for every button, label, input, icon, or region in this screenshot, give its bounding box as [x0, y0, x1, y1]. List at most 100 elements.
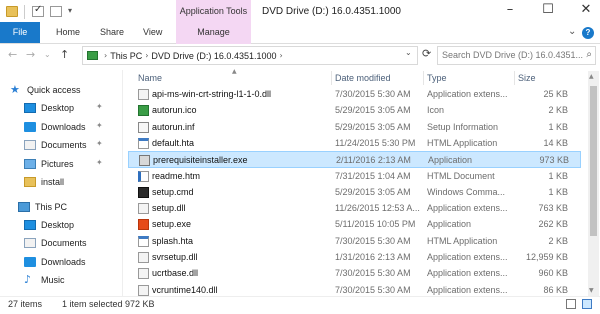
- breadcrumb-this-pc[interactable]: This PC: [110, 51, 142, 61]
- customize-toolbar-chevron-icon[interactable]: ▾: [68, 6, 72, 15]
- file-name[interactable]: vcruntime140.dll: [152, 285, 332, 295]
- pin-icon[interactable]: ✦: [96, 158, 103, 167]
- file-name[interactable]: prerequisiteinstaller.exe: [153, 155, 333, 165]
- breadcrumb-separator-icon[interactable]: ›: [145, 51, 148, 60]
- breadcrumb-dvd-drive[interactable]: DVD Drive (D:) 16.0.4351.1000: [151, 51, 276, 61]
- properties-icon[interactable]: [32, 4, 44, 17]
- pin-icon[interactable]: ✦: [96, 102, 103, 111]
- file-name[interactable]: setup.dll: [152, 203, 332, 213]
- breadcrumb-separator-icon[interactable]: ›: [104, 51, 107, 60]
- file-row[interactable]: readme.htm 7/31/2015 1:04 AM HTML Document…: [128, 168, 581, 185]
- file-date-modified: 2/11/2016 2:13 AM: [336, 155, 411, 166]
- nav-item-label: Documents: [41, 139, 87, 150]
- scrollbar-thumb[interactable]: [590, 86, 597, 236]
- file-date-modified: 7/30/2015 5:30 AM: [335, 268, 411, 279]
- search-input[interactable]: Search DVD Drive (D:) 16.0.4351... ⌕: [437, 46, 596, 65]
- desktop-icon: [24, 102, 36, 113]
- new-folder-icon[interactable]: [50, 5, 62, 17]
- tab-view[interactable]: View: [143, 27, 162, 37]
- file-row[interactable]: default.hta 11/24/2015 5:30 PM HTML Applic…: [128, 135, 581, 152]
- tab-home[interactable]: Home: [56, 27, 80, 37]
- nav-item-downloads[interactable]: Downloads ✦: [0, 118, 122, 135]
- file-type: Application extens...: [427, 203, 508, 214]
- file-row[interactable]: prerequisiteinstaller.exe 2/11/2016 2:13 …: [128, 151, 581, 169]
- navigation-pane: ★ Quick access Desktop ✦ Downloads ✦ Doc…: [0, 70, 122, 296]
- pane-splitter[interactable]: [122, 70, 123, 296]
- tab-manage[interactable]: Manage: [176, 22, 251, 44]
- nav-item-music[interactable]: ♪ Music: [0, 271, 122, 288]
- file-size: 25 KB: [543, 89, 568, 99]
- nav-item-label: Music: [41, 274, 65, 285]
- file-name[interactable]: autorun.ico: [152, 105, 332, 115]
- nav-item-install[interactable]: install: [0, 173, 122, 190]
- file-type: HTML Application: [427, 137, 498, 148]
- address-history-chevron-icon[interactable]: ⌄: [405, 48, 412, 57]
- nav-item-desktop[interactable]: Desktop ✦: [0, 99, 122, 116]
- file-htm-icon: [138, 170, 149, 182]
- tab-share[interactable]: Share: [100, 27, 124, 37]
- file-row[interactable]: splash.hta 7/30/2015 5:30 AM HTML Applicat…: [128, 233, 581, 250]
- file-name[interactable]: splash.hta: [152, 236, 332, 246]
- column-header-name[interactable]: Name: [138, 73, 162, 83]
- breadcrumb-separator-icon[interactable]: ›: [279, 51, 282, 60]
- details-view-icon[interactable]: [566, 299, 576, 309]
- back-arrow-icon[interactable]: ←: [8, 48, 17, 61]
- column-divider[interactable]: [423, 71, 424, 85]
- file-tab[interactable]: File: [0, 22, 40, 43]
- file-ico-icon: [138, 105, 149, 117]
- column-header-size[interactable]: Size: [518, 73, 536, 83]
- file-type: HTML Document: [427, 170, 495, 181]
- file-type: Application extens...: [427, 89, 508, 99]
- file-name[interactable]: setup.exe: [152, 219, 332, 229]
- help-icon[interactable]: ?: [582, 27, 594, 39]
- column-divider[interactable]: [331, 71, 332, 85]
- close-button[interactable]: ✕: [576, 3, 596, 19]
- file-name[interactable]: api-ms-win-crt-string-l1-1-0.dll: [152, 89, 332, 99]
- nav-item-this-pc[interactable]: This PC: [0, 198, 122, 215]
- up-arrow-icon[interactable]: ↑: [60, 48, 69, 61]
- nav-item-quick-access[interactable]: ★ Quick access: [0, 81, 122, 98]
- file-row[interactable]: api-ms-win-crt-string-l1-1-0.dll 7/30/201…: [128, 86, 581, 103]
- address-bar[interactable]: › This PC › DVD Drive (D:) 16.0.4351.100…: [82, 46, 418, 65]
- search-icon[interactable]: ⌕: [586, 49, 592, 60]
- file-name[interactable]: readme.htm: [152, 171, 332, 181]
- file-row[interactable]: svrsetup.dll 1/31/2016 2:13 AM Application…: [128, 249, 581, 266]
- recent-locations-icon[interactable]: ⌄: [44, 50, 51, 59]
- file-name[interactable]: ucrtbase.dll: [152, 268, 332, 278]
- search-placeholder: Search DVD Drive (D:) 16.0.4351...: [442, 50, 584, 60]
- file-row[interactable]: setup.cmd 5/29/2015 3:05 AM Windows Comma.…: [128, 184, 581, 201]
- minimize-button[interactable]: –: [500, 3, 520, 19]
- file-name[interactable]: svrsetup.dll: [152, 252, 332, 262]
- file-type: Application: [428, 155, 473, 166]
- scroll-down-arrow-icon[interactable]: ▼: [589, 287, 594, 294]
- file-name[interactable]: autorun.inf: [152, 122, 332, 132]
- file-type: Setup Information: [427, 121, 499, 132]
- file-name[interactable]: default.hta: [152, 138, 332, 148]
- file-row[interactable]: autorun.inf 5/29/2015 3:05 AM Setup Inform…: [128, 119, 581, 136]
- nav-item-pc-downloads[interactable]: Downloads: [0, 253, 122, 270]
- pin-icon[interactable]: ✦: [96, 121, 103, 130]
- maximize-button[interactable]: ☐: [538, 3, 558, 19]
- nav-item-pc-desktop[interactable]: Desktop: [0, 216, 122, 233]
- file-row[interactable]: setup.exe 5/11/2015 10:05 PM Application 26…: [128, 216, 581, 233]
- column-header-type[interactable]: Type: [427, 73, 447, 83]
- column-divider[interactable]: [514, 71, 515, 85]
- nav-item-documents[interactable]: Documents ✦: [0, 136, 122, 153]
- refresh-icon[interactable]: ⟳: [422, 47, 431, 60]
- forward-arrow-icon[interactable]: →: [26, 48, 35, 61]
- large-icons-view-icon[interactable]: [582, 299, 592, 309]
- file-row[interactable]: ucrtbase.dll 7/30/2015 5:30 AM Application…: [128, 265, 581, 282]
- file-row[interactable]: autorun.ico 5/29/2015 3:05 AM Icon 2 KB: [128, 102, 581, 119]
- expand-ribbon-icon[interactable]: ⌄: [568, 26, 576, 37]
- contextual-tab-label: Application Tools: [179, 6, 248, 16]
- nav-item-pictures[interactable]: Pictures ✦: [0, 155, 122, 172]
- nav-item-label: Documents: [41, 237, 87, 248]
- scroll-up-arrow-icon[interactable]: ▲: [589, 73, 594, 80]
- nav-item-pc-documents[interactable]: Documents: [0, 234, 122, 251]
- column-header-date[interactable]: Date modified: [335, 73, 391, 83]
- file-date-modified: 11/24/2015 5:30 PM: [335, 137, 416, 148]
- file-row[interactable]: setup.dll 11/26/2015 12:53 A... Applicatio…: [128, 200, 581, 217]
- file-name[interactable]: setup.cmd: [152, 187, 332, 197]
- pin-icon[interactable]: ✦: [96, 139, 103, 148]
- window-title: DVD Drive (D:) 16.0.4351.1000: [262, 6, 401, 17]
